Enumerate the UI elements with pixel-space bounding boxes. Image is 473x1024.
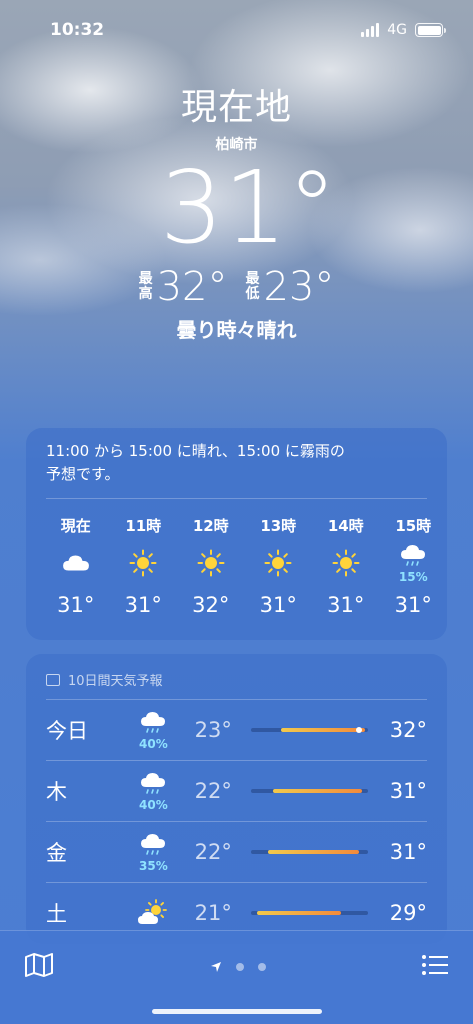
hourly-summary: 11:00 から 15:00 に晴れ、15:00 に霧雨の 予想です。 xyxy=(46,442,345,483)
temperature-range-fill xyxy=(281,728,366,732)
low-label: 最低 xyxy=(245,271,260,302)
hour-temp: 31° xyxy=(327,593,365,617)
high-label: 最高 xyxy=(138,271,153,302)
page-dot[interactable] xyxy=(257,963,266,971)
precipitation-chance: 40% xyxy=(139,798,168,812)
high-temp: 32° xyxy=(389,718,428,742)
signal-icon xyxy=(361,23,380,37)
low-temp: 22° xyxy=(194,779,232,803)
calendar-icon xyxy=(46,673,60,686)
precipitation-chance: 15% xyxy=(398,570,428,584)
daily-row[interactable]: 木 40% 22° 31° xyxy=(46,760,427,821)
cloud-icon xyxy=(60,539,92,587)
low-temp: 23° xyxy=(194,718,232,742)
hour-temp: 31° xyxy=(124,593,162,617)
rain-icon: 35% xyxy=(124,831,183,873)
hourly-list[interactable]: 現在 31° 11時 31° 12時 32° 13時 31° 14時 31° 15時 15% 31° xyxy=(26,499,447,617)
hour-temp: 31° xyxy=(57,593,95,617)
status-bar: 10:32 4G xyxy=(0,0,473,60)
current-weather: 現在地 柏崎市 31° 最高 32° 最低 23° 曇り時々晴れ xyxy=(0,78,473,343)
hour-label: 12時 xyxy=(192,517,229,535)
high-temp: 31° xyxy=(389,779,428,803)
day-label: 今日 xyxy=(46,719,88,743)
status-time: 10:32 xyxy=(50,20,105,40)
hour-item: 12時 32° xyxy=(177,515,245,617)
hour-item: 現在 31° xyxy=(42,515,110,617)
temperature-range-bar xyxy=(251,850,369,854)
sun-icon xyxy=(332,539,360,587)
hour-label: 13時 xyxy=(260,517,297,535)
hour-label: 14時 xyxy=(327,517,364,535)
high-low: 最高 32° 最低 23° xyxy=(0,264,473,310)
temperature-range-bar xyxy=(251,727,369,733)
partly-cloudy-icon xyxy=(124,899,183,927)
battery-icon xyxy=(415,23,446,37)
location-arrow-icon[interactable] xyxy=(210,958,222,977)
hour-label: 15時 xyxy=(395,517,432,535)
precipitation-chance: 40% xyxy=(139,737,168,751)
map-icon[interactable] xyxy=(24,952,54,982)
ten-day-header: 10日間天気予報 xyxy=(26,654,447,689)
current-temp-marker xyxy=(356,727,363,733)
sun-icon xyxy=(264,539,292,587)
high-temp: 31° xyxy=(389,840,428,864)
sun-icon xyxy=(197,539,225,587)
drizzle-icon: 15% xyxy=(399,539,428,587)
ten-day-forecast-card[interactable]: 10日間天気予報 今日 40% 23° 32° 木 40% 22° 31° 金 35% 22° 31°… xyxy=(26,654,447,944)
status-indicators: 4G xyxy=(361,22,446,38)
home-indicator[interactable] xyxy=(152,1009,322,1014)
page-indicator[interactable] xyxy=(210,958,266,977)
daily-row[interactable]: 今日 40% 23° 32° xyxy=(46,699,427,760)
temperature-range-bar xyxy=(251,911,369,915)
sun-icon xyxy=(129,539,157,587)
temperature-range-fill xyxy=(272,789,362,793)
page-dot[interactable] xyxy=(235,963,244,971)
rain-icon: 40% xyxy=(124,709,183,751)
location-name: 現在地 xyxy=(180,87,292,128)
low-temp: 22° xyxy=(194,840,232,864)
high-temp: 29° xyxy=(389,901,428,925)
hour-temp: 31° xyxy=(394,593,432,617)
network-type: 4G xyxy=(387,22,407,38)
hour-item: 13時 31° xyxy=(245,515,313,617)
hour-item: 15時 15% 31° xyxy=(380,515,448,617)
temperature-range-fill xyxy=(268,850,360,854)
rain-icon: 40% xyxy=(124,770,183,812)
low-temp: 21° xyxy=(194,901,232,925)
day-label: 土 xyxy=(46,902,67,926)
low-temp: 23° xyxy=(263,264,335,310)
hourly-forecast-card[interactable]: 11:00 から 15:00 に晴れ、15:00 に霧雨の 予想です。 現在 31… xyxy=(26,428,447,640)
temperature-range-bar xyxy=(251,789,369,793)
high-temp: 32° xyxy=(156,264,228,310)
hour-temp: 32° xyxy=(192,593,230,617)
day-label: 木 xyxy=(46,780,67,804)
precipitation-chance: 35% xyxy=(139,859,168,873)
daily-row[interactable]: 金 35% 22° 31° xyxy=(46,821,427,882)
low-temp-block: 最低 23° xyxy=(246,264,335,310)
hour-item: 11時 31° xyxy=(110,515,178,617)
daily-list: 今日 40% 23° 32° 木 40% 22° 31° 金 35% 22° 31° 土 21° 29° xyxy=(26,689,447,943)
hour-item: 14時 31° xyxy=(312,515,380,617)
hour-label: 現在 xyxy=(60,517,91,535)
list-icon[interactable] xyxy=(421,954,449,980)
ten-day-title: 10日間天気予報 xyxy=(68,674,163,689)
high-temp-block: 最高 32° xyxy=(139,264,228,310)
hour-temp: 31° xyxy=(259,593,297,617)
temperature-range-fill xyxy=(257,911,342,915)
current-temperature: 31° xyxy=(159,149,338,266)
hour-label: 11時 xyxy=(125,517,162,535)
bottom-toolbar xyxy=(0,930,473,1024)
condition-text: 曇り時々晴れ xyxy=(176,318,297,342)
day-label: 金 xyxy=(46,841,67,865)
